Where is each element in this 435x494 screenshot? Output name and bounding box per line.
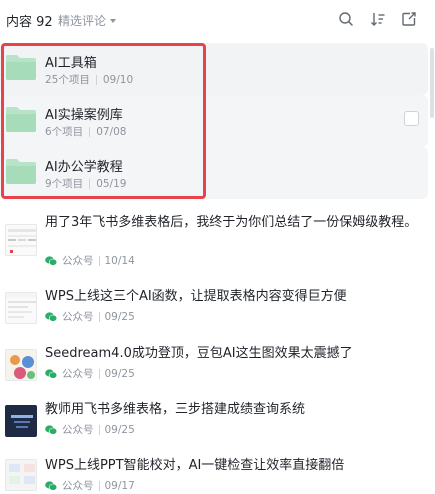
article-thumbnail: [5, 292, 37, 324]
wechat-icon: [45, 424, 57, 435]
filter-label: 精选评论: [58, 14, 107, 28]
divider: [98, 311, 100, 322]
article-date: 09/25: [104, 367, 135, 380]
top-bar: 内容 92 精选评论: [0, 0, 435, 40]
article-title: WPS上线PPT智能校对，AI一键检查让效率直接翻倍: [45, 458, 345, 473]
article-meta: 公众号 09/17: [45, 478, 135, 493]
search-icon[interactable]: [337, 10, 355, 28]
article-meta: 公众号 10/14: [45, 253, 135, 268]
article-item[interactable]: Seedream4.0成功登顶，豆包AI这生图效果太震撼了 公众号 09/25: [0, 341, 428, 387]
article-thumbnail: [5, 459, 37, 491]
article-source: 公众号: [62, 255, 94, 267]
divider: [98, 368, 100, 379]
folder-item[interactable]: AI办公学教程 9个项目 05/19: [0, 147, 428, 199]
folder-item-count: 25个项目: [45, 74, 90, 86]
article-thumbnail: [5, 224, 37, 256]
content-count: 内容 92: [6, 15, 53, 30]
article-thumbnail: [5, 405, 37, 437]
article-source: 公众号: [62, 368, 94, 380]
folder-icon: [6, 55, 36, 80]
folder-date: 05/19: [96, 177, 127, 190]
filter-dropdown[interactable]: 精选评论: [58, 12, 117, 29]
folder-date: 07/08: [96, 125, 127, 138]
folder-title: AI办公学教程: [45, 160, 123, 175]
article-title: 教师用飞书多维表格，三步搭建成绩查询系统: [45, 402, 306, 417]
folder-meta: 6个项目 07/08: [45, 124, 126, 139]
article-date: 09/25: [104, 423, 135, 436]
article-source: 公众号: [62, 480, 94, 492]
folder-item[interactable]: AI工具箱 25个项目 09/10: [0, 43, 428, 95]
article-title: 用了3年飞书多维表格后，我终于为你们总结了一份保姆级教程。: [45, 215, 418, 230]
wechat-icon: [45, 480, 57, 491]
article-meta: 公众号 09/25: [45, 309, 135, 324]
article-date: 09/17: [104, 479, 135, 492]
article-title: WPS上线这三个AI函数，让提取表格内容变得巨方便: [45, 289, 347, 304]
article-source: 公众号: [62, 311, 94, 323]
divider: [98, 424, 100, 435]
article-meta: 公众号 09/25: [45, 366, 135, 381]
wechat-icon: [45, 368, 57, 379]
article-item[interactable]: 用了3年飞书多维表格后，我终于为你们总结了一份保姆级教程。 公众号 10/14: [0, 210, 428, 274]
chevron-down-icon: [110, 19, 117, 23]
divider: [98, 255, 100, 266]
folder-item-count: 6个项目: [45, 126, 84, 138]
folder-list: AI工具箱 25个项目 09/10 AI实操案例库 6个项目 07/08 AI办…: [0, 43, 428, 200]
wechat-icon: [45, 255, 57, 266]
folder-title: AI实操案例库: [45, 108, 123, 123]
article-thumbnail: [5, 349, 37, 381]
folder-item-count: 9个项目: [45, 178, 84, 190]
select-checkbox[interactable]: [404, 111, 419, 126]
article-source: 公众号: [62, 424, 94, 436]
folder-meta: 9个项目 05/19: [45, 176, 126, 191]
folder-title: AI工具箱: [45, 56, 97, 71]
scrollbar[interactable]: [430, 48, 434, 118]
folder-icon: [6, 159, 36, 184]
article-meta: 公众号 09/25: [45, 422, 135, 437]
article-date: 10/14: [104, 254, 135, 267]
article-title: Seedream4.0成功登顶，豆包AI这生图效果太震撼了: [45, 346, 353, 361]
divider: [89, 126, 91, 137]
article-item[interactable]: WPS上线PPT智能校对，AI一键检查让效率直接翻倍 公众号 09/17: [0, 453, 428, 494]
article-item[interactable]: WPS上线这三个AI函数，让提取表格内容变得巨方便 公众号 09/25: [0, 284, 428, 330]
export-icon[interactable]: [400, 10, 418, 28]
article-item[interactable]: 教师用飞书多维表格，三步搭建成绩查询系统 公众号 09/25: [0, 397, 428, 443]
folder-meta: 25个项目 09/10: [45, 72, 133, 87]
wechat-icon: [45, 311, 57, 322]
article-date: 09/25: [104, 310, 135, 323]
divider: [98, 480, 100, 491]
sort-icon[interactable]: [369, 10, 387, 28]
divider: [95, 74, 97, 85]
folder-icon: [6, 107, 36, 132]
folder-item[interactable]: AI实操案例库 6个项目 07/08: [0, 95, 428, 147]
folder-date: 09/10: [102, 73, 134, 86]
divider: [89, 178, 91, 189]
